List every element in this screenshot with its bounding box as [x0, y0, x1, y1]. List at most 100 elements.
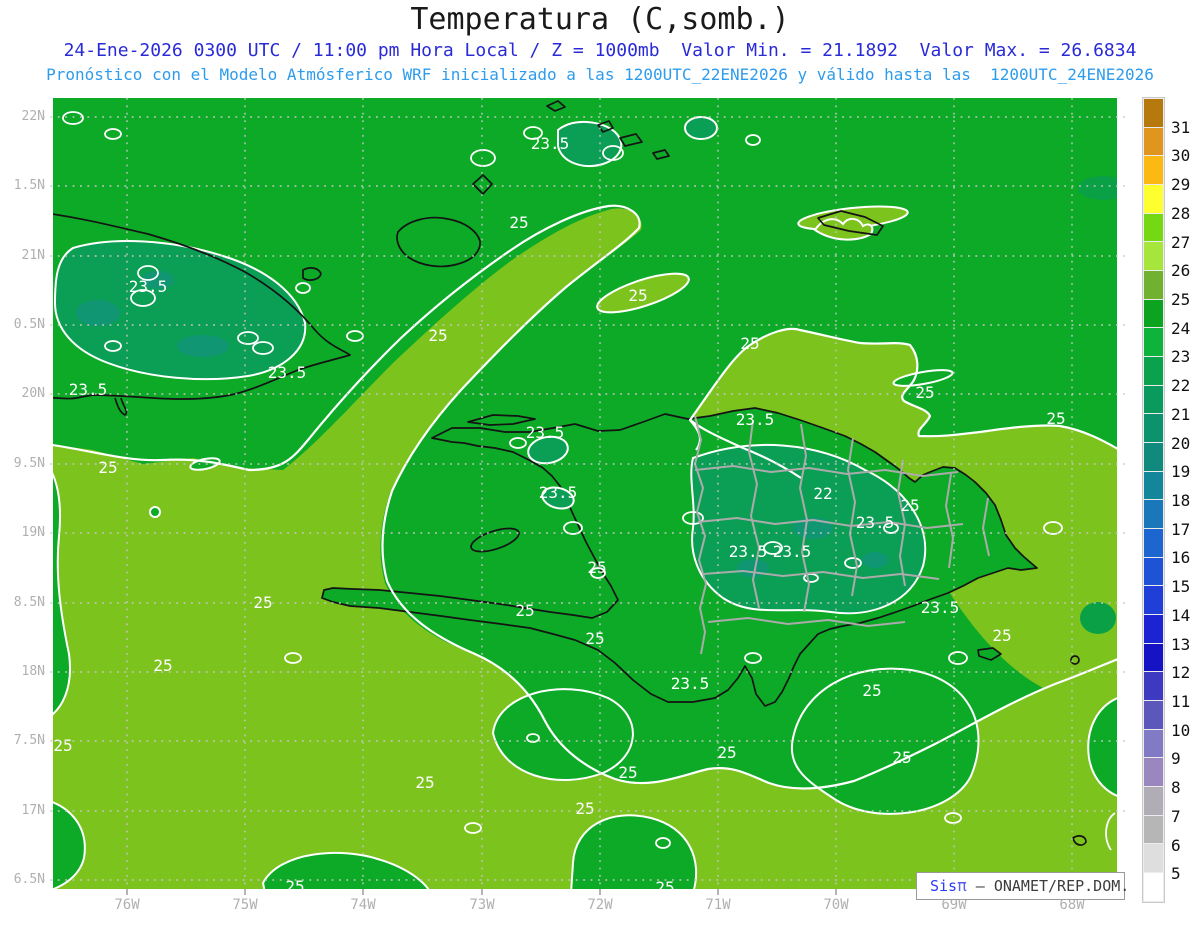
- contour-label: 23.5: [268, 363, 307, 382]
- colorbar-cell: [1144, 500, 1163, 529]
- lat-tick-label: 0.5N: [13, 317, 45, 332]
- colorbar-cell: [1144, 242, 1163, 271]
- colorbar-tick-label: 24: [1171, 318, 1191, 338]
- pi-symbol: π: [957, 876, 967, 895]
- lon-tick-label: 72W: [587, 897, 613, 913]
- contour-label: 25: [862, 681, 881, 700]
- lat-tick-label: 22N: [21, 109, 45, 124]
- contour-label: 23.5: [69, 380, 108, 399]
- colorbar-cell: [1144, 729, 1163, 758]
- colorbar-cell: [1144, 443, 1163, 471]
- lon-tick-label: 74W: [350, 897, 376, 913]
- contour-label: 23.5: [539, 483, 578, 502]
- colorbar-tick-label: 14: [1171, 605, 1191, 625]
- colorbar-cell: [1144, 328, 1163, 357]
- colorbar-tick-label: 20: [1171, 433, 1191, 453]
- colorbar-cell: [1144, 414, 1163, 443]
- contour-label: 25: [53, 736, 72, 755]
- contour-label: 25: [253, 593, 272, 612]
- contour-label: 23.5: [921, 598, 960, 617]
- contour-label: 25: [915, 383, 934, 402]
- colorbar-cell: [1144, 156, 1163, 185]
- colorbar-cell: [1144, 701, 1163, 729]
- colorbar-cell: [1144, 672, 1163, 701]
- colorbar-tick-label: 21: [1171, 404, 1191, 424]
- colorbar-tick-label: 29: [1171, 175, 1191, 195]
- contour-label: 25: [992, 626, 1011, 645]
- colorbar-tick-label: 11: [1171, 692, 1191, 711]
- branding-box: Sisπ — ONAMET/REP.DOM.: [916, 872, 1129, 900]
- contour-label: 25: [585, 629, 604, 648]
- contour-label: 25: [415, 773, 434, 792]
- subtitle-valid-time: 24-Ene-2026 0300 UTC / 11:00 pm Hora Loc…: [63, 40, 1137, 61]
- lat-tick-label: 6.5N: [13, 872, 45, 887]
- lon-tick-label: 73W: [469, 897, 495, 913]
- subtitle-model-info: Pronóstico con el Modelo Atmósferico WRF…: [46, 65, 1154, 84]
- colorbar-cell: [1144, 615, 1163, 643]
- colorbar-tick-label: 25: [1171, 290, 1191, 309]
- lat-tick-label: 9.5N: [13, 456, 45, 471]
- branding-sispi: Sis: [930, 877, 958, 895]
- colorbar-cell: [1144, 787, 1163, 815]
- contour-label: 25: [900, 496, 919, 515]
- colorbar-tick-label: 16: [1171, 548, 1191, 568]
- colorbar-cell: [1144, 185, 1163, 213]
- colorbar-tick-label: 13: [1171, 634, 1191, 654]
- colorbar-tick-label: 23: [1171, 347, 1191, 367]
- contour-label: 25: [655, 878, 674, 897]
- colorbar-tick-label: 31: [1171, 117, 1191, 137]
- contour-label: 25: [587, 558, 606, 577]
- colorbar-cell: [1144, 299, 1163, 328]
- contour-label: 23.5: [773, 542, 812, 561]
- colorbar-tick-label: 27: [1171, 232, 1191, 252]
- contour-label: 25: [98, 458, 117, 477]
- colorbar-tick-label: 10: [1171, 720, 1191, 740]
- colorbar-cell: [1144, 844, 1163, 873]
- colorbar-tick-label: 12: [1171, 663, 1191, 683]
- contour-label: 23.5: [856, 513, 895, 532]
- contour-label: 25: [717, 743, 736, 762]
- contour-label: 25: [575, 799, 594, 818]
- colorbar-tick-label: 28: [1171, 203, 1191, 223]
- contour-label: 25: [740, 334, 759, 353]
- lat-tick-label: 21N: [21, 248, 45, 263]
- colorbar-tick-label: 8: [1171, 778, 1181, 798]
- colorbar-cell: [1144, 471, 1163, 500]
- colorbar-cell: [1144, 758, 1163, 787]
- colorbar-tick-label: 22: [1171, 376, 1191, 396]
- lon-tick-label: 70W: [823, 897, 849, 913]
- colorbar-tick-label: 26: [1171, 261, 1191, 281]
- colorbar-tick-label: 19: [1171, 462, 1191, 482]
- lat-tick-label: 18N: [21, 664, 45, 679]
- colorbar-tick-label: 18: [1171, 491, 1191, 510]
- colorbar-cell: [1144, 529, 1163, 557]
- colorbar-tick-label: 6: [1171, 835, 1181, 855]
- weather-map: 23.5 23.5 23.5 23.5 23.5 23.5 23.5 23.5 23.5 23.5…: [43, 98, 1125, 895]
- colorbar-tick-label: 5: [1171, 864, 1181, 884]
- contour-label: 22: [813, 484, 832, 503]
- lat-tick-label: 17N: [21, 803, 45, 818]
- colorbar: [1142, 97, 1165, 903]
- contour-label: 25: [1046, 409, 1065, 428]
- contour-label: 25: [515, 601, 534, 620]
- colorbar-cell: [1144, 815, 1163, 844]
- colorbar-cell: [1144, 99, 1163, 127]
- contour-label: 23.5: [736, 410, 775, 429]
- colorbar-tick-label: 7: [1171, 806, 1181, 826]
- lon-tick-label: 71W: [705, 897, 731, 913]
- contour-label: 25: [428, 326, 447, 345]
- colorbar-cell: [1144, 213, 1163, 242]
- contour-label: 23.5: [129, 277, 168, 296]
- contour-label: 25: [509, 213, 528, 232]
- colorbar-cell: [1144, 873, 1163, 901]
- lat-tick-label: 8.5N: [13, 595, 45, 610]
- contour-label: 25: [618, 763, 637, 782]
- colorbar-tick-label: 15: [1171, 577, 1191, 597]
- colorbar-cell: [1144, 271, 1163, 299]
- colorbar-cell: [1144, 357, 1163, 385]
- colorbar-cell: [1144, 586, 1163, 615]
- lat-tick-label: 19N: [21, 525, 45, 540]
- contour-label: 23.5: [531, 134, 570, 153]
- colorbar-cell: [1144, 385, 1163, 414]
- contour-label: 23.5: [729, 542, 768, 561]
